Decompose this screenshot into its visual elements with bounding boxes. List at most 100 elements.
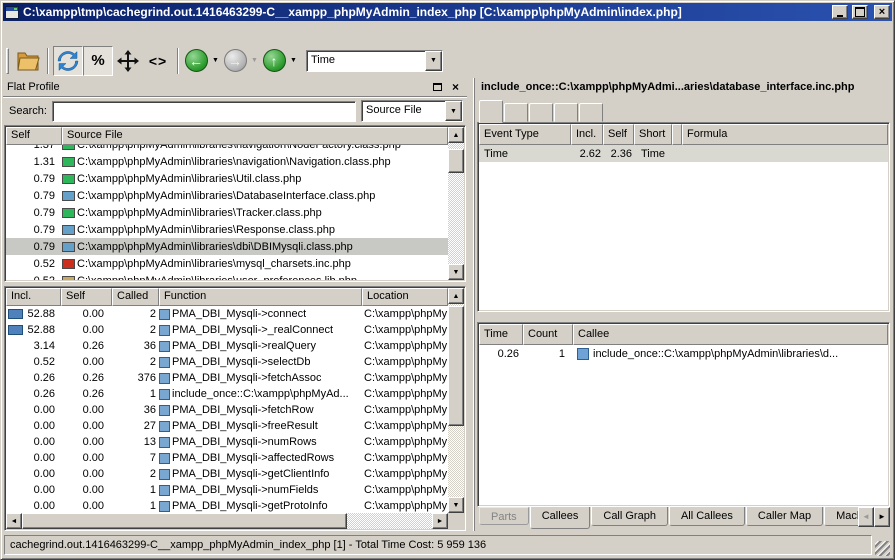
function-row[interactable]: 0.00 0.00 1 PMA_DBI_Mysqli->numFields C:… [6, 482, 448, 498]
menu-item-view[interactable] [25, 30, 41, 34]
maximize-button[interactable] [852, 5, 868, 19]
column-header-function[interactable]: Function [159, 288, 362, 306]
tab-callees[interactable]: Callees [530, 507, 591, 529]
tab-call-graph[interactable]: Call Graph [591, 507, 668, 526]
float-panel-button[interactable] [430, 80, 445, 94]
back-dropdown-arrow[interactable]: ▼ [209, 49, 222, 72]
function-row[interactable]: 0.52 0.00 2 PMA_DBI_Mysqli->selectDb C:\… [6, 354, 448, 370]
column-header-callee[interactable]: Callee [573, 324, 888, 345]
detail-splitter[interactable] [477, 312, 892, 322]
column-header-source-file[interactable]: Source File [62, 127, 448, 145]
back-button[interactable]: ← [183, 46, 209, 76]
forward-button[interactable]: → [222, 46, 248, 76]
cycle-detection-button[interactable]: <> [143, 46, 173, 76]
column-header-short[interactable]: Short [634, 124, 672, 145]
scrollbar-thumb[interactable] [448, 306, 464, 426]
column-header-event-type[interactable]: Event Type [479, 124, 571, 145]
source-file-row[interactable]: 1.31 C:\xampp\phpMyAdmin\libraries\navig… [6, 153, 448, 170]
main-splitter[interactable] [467, 78, 474, 531]
menu-item-go[interactable] [41, 30, 57, 34]
chevron-down-icon[interactable]: ▼ [445, 101, 462, 121]
scroll-down-icon[interactable]: ▼ [448, 264, 464, 280]
open-file-button[interactable] [13, 46, 43, 76]
column-header-self[interactable]: Self [6, 127, 62, 145]
event-type-select[interactable]: Time ▼ [306, 50, 443, 72]
event-type-row[interactable]: Time 2.62 2.36 Time [479, 145, 888, 162]
source-file-row[interactable]: 0.79 C:\xampp\phpMyAdmin\libraries\Track… [6, 204, 448, 221]
function-list-vscrollbar[interactable]: ▲ ▼ [448, 288, 464, 513]
detail-panel: include_once::C:\xampp\phpMyAdmi...aries… [474, 78, 892, 531]
tab-source-code[interactable] [579, 103, 603, 122]
scroll-up-icon[interactable]: ▲ [448, 288, 464, 304]
scroll-right-icon[interactable]: ► [432, 513, 448, 529]
column-header-called[interactable]: Called [112, 288, 159, 306]
function-row[interactable]: 52.88 0.00 2 PMA_DBI_Mysqli->connect C:\… [6, 306, 448, 322]
reload-button[interactable] [53, 46, 83, 76]
flat-profile-panel: Flat Profile × Search: Source File ▼ Sel… [3, 78, 467, 531]
function-row[interactable]: 0.00 0.00 27 PMA_DBI_Mysqli->freeResult … [6, 418, 448, 434]
chevron-down-icon[interactable]: ▼ [425, 51, 442, 71]
function-row[interactable]: 0.00 0.00 13 PMA_DBI_Mysqli->numRows C:\… [6, 434, 448, 450]
function-row[interactable]: 0.26 0.26 376 PMA_DBI_Mysqli->fetchAssoc… [6, 370, 448, 386]
column-header-location[interactable]: Location [362, 288, 448, 306]
group-by-select[interactable]: Source File ▼ [361, 100, 463, 122]
column-header-blank[interactable] [672, 124, 682, 145]
function-row[interactable]: 0.00 0.00 7 PMA_DBI_Mysqli->affectedRows… [6, 450, 448, 466]
toolbar-handle[interactable] [6, 48, 9, 74]
file-type-icon [62, 225, 75, 235]
source-file-row[interactable]: 0.79 C:\xampp\phpMyAdmin\libraries\dbi\D… [6, 238, 448, 255]
tab-scroll-left-icon[interactable]: ◄ [858, 507, 874, 527]
callee-row[interactable]: 0.26 1 include_once::C:\xampp\phpMyAdmin… [479, 345, 888, 362]
source-file-row[interactable]: 0.52 C:\xampp\phpMyAdmin\libraries\user_… [6, 272, 448, 280]
tab-all-callees[interactable]: All Callees [669, 507, 745, 526]
source-file-row[interactable]: 0.79 C:\xampp\phpMyAdmin\libraries\Respo… [6, 221, 448, 238]
scrollbar-thumb[interactable] [448, 149, 464, 173]
tab-callee-map[interactable] [554, 103, 578, 122]
scrollbar-thumb[interactable] [22, 513, 347, 529]
percent-toggle-button[interactable]: % [83, 46, 113, 76]
cross-arrows-icon [117, 50, 139, 72]
function-row[interactable]: 0.26 0.26 1 include_once::C:\xampp\phpMy… [6, 386, 448, 402]
menu-item-file[interactable] [9, 30, 25, 34]
column-header-count[interactable]: Count [523, 324, 573, 345]
column-header-incl[interactable]: Incl. [571, 124, 603, 145]
tab-callers[interactable] [504, 103, 528, 122]
column-header-time[interactable]: Time [479, 324, 523, 345]
minimize-button[interactable] [832, 5, 848, 19]
menu-item-settings[interactable] [57, 30, 73, 34]
function-row[interactable]: 52.88 0.00 2 PMA_DBI_Mysqli->_realConnec… [6, 322, 448, 338]
function-list-hscrollbar[interactable]: ◄ ► [6, 513, 448, 529]
source-file-row[interactable]: 1.37 C:\xampp\phpMyAdmin\libraries\navig… [6, 145, 448, 153]
function-row[interactable]: 0.00 0.00 2 PMA_DBI_Mysqli->getClientInf… [6, 466, 448, 482]
column-header-self[interactable]: Self [603, 124, 634, 145]
source-file-row[interactable]: 0.79 C:\xampp\phpMyAdmin\libraries\Util.… [6, 170, 448, 187]
resize-grip-icon[interactable] [875, 541, 890, 556]
close-panel-button[interactable]: × [448, 80, 463, 94]
tab-scroll-right-icon[interactable]: ► [874, 507, 890, 527]
scroll-left-icon[interactable]: ◄ [6, 513, 22, 529]
source-file-row[interactable]: 0.52 C:\xampp\phpMyAdmin\libraries\mysql… [6, 255, 448, 272]
function-row[interactable]: 0.00 0.00 36 PMA_DBI_Mysqli->fetchRow C:… [6, 402, 448, 418]
tab-types[interactable] [479, 100, 503, 123]
scroll-up-icon[interactable]: ▲ [448, 127, 464, 143]
up-dropdown-arrow[interactable]: ▼ [287, 49, 300, 72]
up-button[interactable]: ↑ [261, 46, 287, 76]
column-header-self[interactable]: Self [61, 288, 112, 306]
source-list-scrollbar[interactable]: ▲ ▼ [448, 127, 464, 280]
tab-caller-map[interactable]: Caller Map [746, 507, 823, 526]
scroll-down-icon[interactable]: ▼ [448, 497, 464, 513]
tab-parts[interactable]: Parts [479, 507, 529, 525]
close-button[interactable]: × [874, 5, 890, 19]
forward-dropdown-arrow[interactable]: ▼ [248, 49, 261, 72]
function-row[interactable]: 3.14 0.26 36 PMA_DBI_Mysqli->realQuery C… [6, 338, 448, 354]
column-header-incl[interactable]: Incl. [6, 288, 61, 306]
menu-item-help[interactable] [73, 30, 89, 34]
column-header-formula[interactable]: Formula [682, 124, 888, 145]
types-table-header: Event Type Incl. Self Short Formula [479, 124, 888, 145]
source-file-row[interactable]: 0.79 C:\xampp\phpMyAdmin\libraries\Datab… [6, 187, 448, 204]
tab-all-callers[interactable] [529, 103, 553, 122]
expand-cost-button[interactable] [113, 46, 143, 76]
function-row[interactable]: 0.00 0.00 1 PMA_DBI_Mysqli->getProtoInfo… [6, 498, 448, 514]
cost-bar-icon [8, 325, 23, 335]
search-input[interactable] [52, 101, 356, 122]
